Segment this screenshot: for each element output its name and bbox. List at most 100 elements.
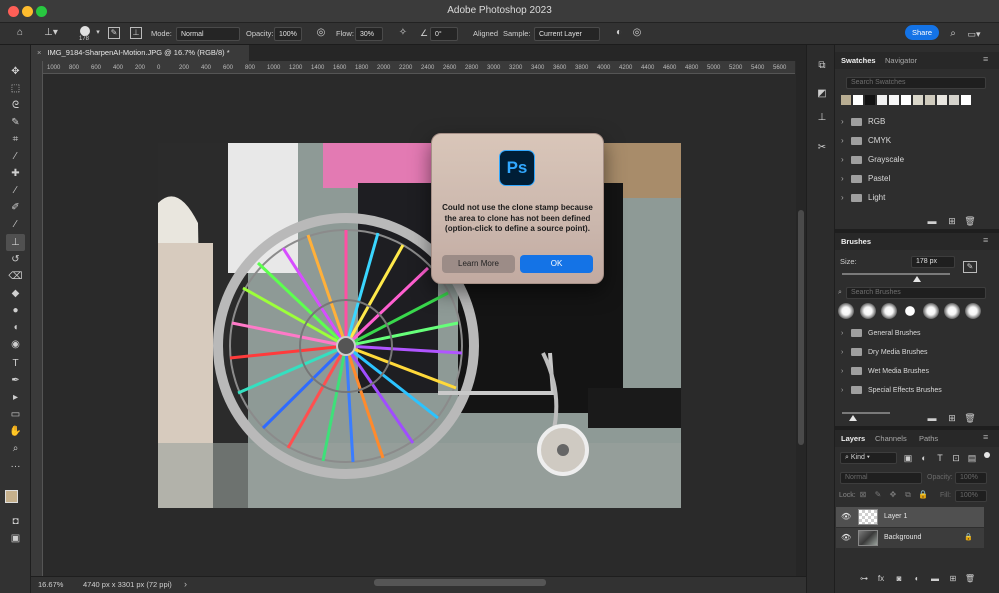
lock-position-icon[interactable]: ✥ [887, 488, 899, 502]
swatch[interactable] [949, 95, 959, 105]
color-panel-icon[interactable]: ◩ [815, 87, 829, 101]
swatch[interactable] [877, 95, 887, 105]
search-swatches-input[interactable]: Search Swatches [846, 77, 986, 89]
filter-type-icon[interactable]: T [934, 451, 946, 465]
brush-size-slider-handle[interactable] [913, 276, 921, 282]
airbrush-icon[interactable]: ✧ [396, 26, 410, 40]
clone-stamp-preset-icon[interactable]: ⊥▾ [40, 26, 62, 40]
workspace-icon[interactable]: ▭▾ [965, 27, 983, 41]
swatch[interactable] [841, 95, 851, 105]
filter-shape-icon[interactable]: ⊡ [950, 451, 962, 465]
eyedropper-tool-icon[interactable]: ⁄ [6, 148, 25, 165]
sponge-tool-icon[interactable]: ◉ [6, 336, 25, 353]
swatch[interactable] [913, 95, 923, 105]
brush-preview-slider-handle[interactable] [849, 415, 857, 421]
type-tool-icon[interactable]: T [6, 355, 25, 372]
home-icon[interactable]: ⌂ [12, 26, 28, 40]
new-layer-icon[interactable]: ⊞ [947, 572, 959, 586]
brush-size-field[interactable]: 178 px [911, 256, 955, 268]
history-panel-icon[interactable]: ⧉ [815, 59, 829, 73]
tab-swatches[interactable]: Swatches [841, 56, 876, 65]
trash-icon[interactable]: 🗑 [964, 214, 976, 228]
panel-menu-icon[interactable]: ≡ [983, 235, 988, 245]
move-tool-icon[interactable]: ✥ [6, 63, 25, 80]
angle-field[interactable]: 0° [430, 27, 458, 41]
brush-group[interactable]: › General Brushes [841, 327, 921, 341]
tab-brushes[interactable]: Brushes [841, 237, 871, 246]
tab-layers[interactable]: Layers [841, 434, 865, 443]
blend-mode-select[interactable]: Normal [840, 472, 922, 484]
clone-source-panel-icon[interactable]: ⊥ [815, 111, 829, 125]
tab-close-icon[interactable]: × [37, 48, 41, 57]
swatch[interactable] [937, 95, 947, 105]
vertical-scroll-thumb[interactable] [798, 210, 804, 445]
clone-source-icon[interactable]: ⊥ [130, 27, 142, 39]
layer-row-layer-1[interactable]: 👁 Layer 1 [836, 507, 984, 527]
link-layers-icon[interactable]: ⊶ [858, 572, 870, 586]
tools-panel-icon[interactable]: ✂ [815, 141, 829, 155]
swatch[interactable] [865, 95, 875, 105]
brush-preset[interactable] [881, 303, 897, 319]
brush-preset[interactable] [838, 303, 854, 319]
blur-tool-icon[interactable]: ● [6, 302, 25, 319]
dodge-tool-icon[interactable]: ◖ [6, 319, 25, 336]
eraser-tool-icon[interactable]: ⌫ [6, 268, 25, 285]
brush-group[interactable]: › Dry Media Brushes [841, 346, 928, 360]
horizontal-scroll-thumb[interactable] [374, 579, 546, 586]
brush-settings-icon[interactable]: ✎ [108, 27, 120, 39]
new-brush-icon[interactable]: ⊞ [946, 411, 958, 425]
quick-mask-icon[interactable]: ◘ [6, 513, 25, 530]
filter-pixel-icon[interactable]: ▣ [902, 451, 914, 465]
brush-group[interactable]: › Special Effects Brushes [841, 384, 942, 398]
lock-transparency-icon[interactable]: ⊠ [857, 488, 869, 502]
lock-pixels-icon[interactable]: ✎ [872, 488, 884, 502]
panel-menu-icon[interactable]: ≡ [983, 54, 988, 64]
pressure-opacity-icon[interactable]: ◎ [314, 26, 328, 40]
quick-select-tool-icon[interactable]: ✎ [6, 114, 25, 131]
filter-smart-object-icon[interactable]: ▤ [966, 451, 978, 465]
history-brush-tool-icon[interactable]: ↺ [6, 251, 25, 268]
trash-icon[interactable]: 🗑 [964, 572, 976, 586]
brush-size-slider[interactable] [842, 273, 950, 275]
search-brushes-input[interactable]: Search Brushes [846, 287, 986, 299]
share-button[interactable]: Share [905, 25, 939, 40]
layer-name[interactable]: Background [884, 534, 921, 541]
mode-select[interactable]: Normal [176, 27, 240, 41]
eye-icon[interactable]: 👁 [841, 533, 851, 542]
brush-group[interactable]: › Wet Media Brushes [841, 365, 929, 379]
brush-preview-icon[interactable] [80, 26, 90, 36]
swatch-group[interactable]: › RGB [841, 115, 885, 129]
tab-navigator[interactable]: Navigator [885, 56, 917, 65]
rectangle-tool-icon[interactable]: ▭ [6, 406, 25, 423]
sample-select[interactable]: Current Layer [534, 27, 600, 41]
ok-button[interactable]: OK [520, 255, 593, 273]
learn-more-button[interactable]: Learn More [442, 255, 515, 273]
pressure-size-icon[interactable]: ◎ [630, 26, 644, 40]
lasso-tool-icon[interactable]: ᘓ [6, 97, 25, 114]
layer-style-icon[interactable]: fx [875, 572, 887, 586]
foreground-color-swatch[interactable] [5, 490, 18, 503]
eye-icon[interactable]: 👁 [841, 512, 851, 521]
new-group-icon[interactable]: ▬ [926, 214, 938, 228]
healing-tool-icon[interactable]: ✚ [6, 165, 25, 182]
panel-menu-icon[interactable]: ≡ [983, 432, 988, 442]
brush-preview-size-slider[interactable] [842, 412, 890, 414]
brush-settings-icon[interactable]: ✎ [963, 261, 977, 273]
new-group-icon[interactable]: ▬ [929, 572, 941, 586]
search-icon[interactable]: ⌕ [946, 27, 960, 41]
brush-tool-icon[interactable]: ∕ [6, 182, 25, 199]
filter-toggle-icon[interactable] [984, 452, 990, 458]
filter-adjustment-icon[interactable]: ◐ [918, 451, 930, 465]
layer-name[interactable]: Layer 1 [884, 513, 907, 520]
paint-bucket-tool-icon[interactable]: ◆ [6, 285, 25, 302]
fill-field[interactable]: 100% [955, 490, 987, 502]
new-group-icon[interactable]: ▬ [926, 411, 938, 425]
ignore-adjustment-icon[interactable]: ◐ [612, 26, 626, 40]
document-tab[interactable]: × IMG_9184-SharpenAI-Motion.JPG @ 16.7% (… [31, 45, 249, 61]
swatch[interactable] [901, 95, 911, 105]
swatch[interactable] [853, 95, 863, 105]
flow-field[interactable]: 30% [355, 27, 383, 41]
screen-mode-icon[interactable]: ▣ [6, 530, 25, 547]
swatch-group[interactable]: › Grayscale [841, 153, 904, 167]
crop-tool-icon[interactable]: ⌗ [6, 131, 25, 148]
